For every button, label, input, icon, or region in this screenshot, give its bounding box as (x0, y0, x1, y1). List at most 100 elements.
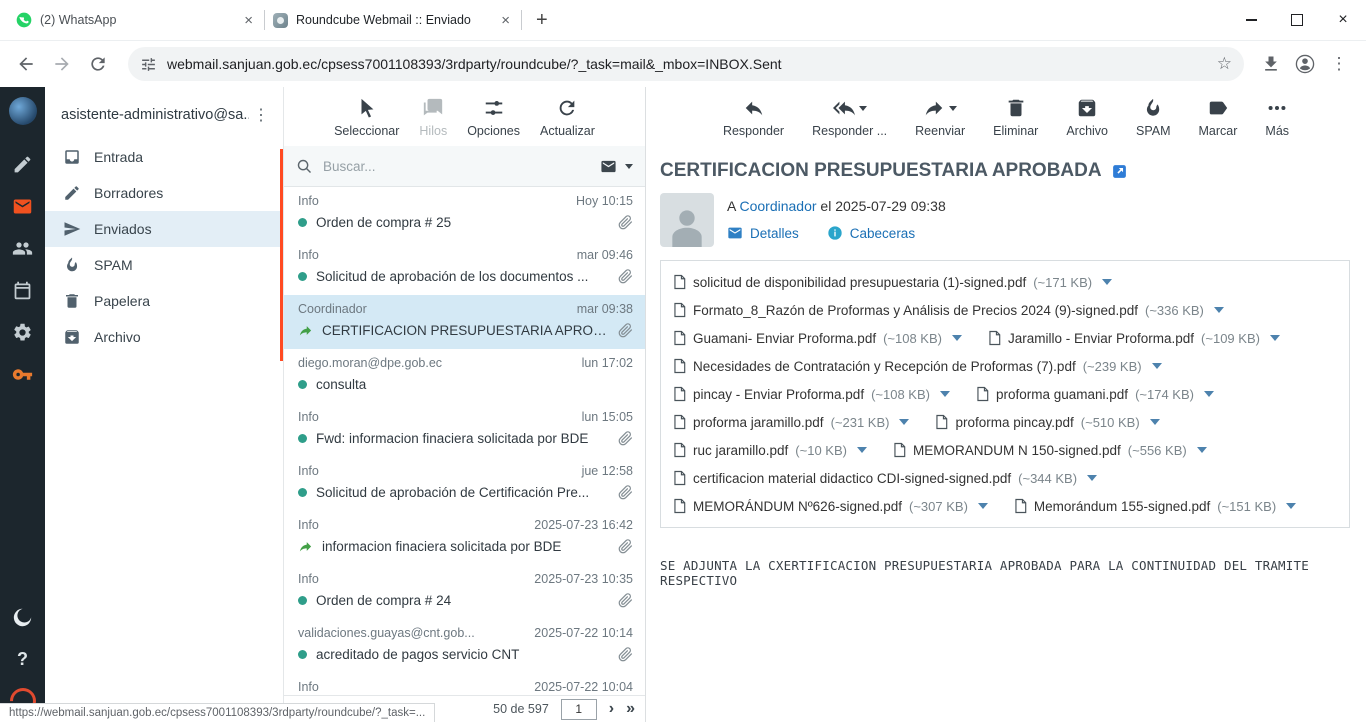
attachment-chip[interactable]: proforma pincay.pdf(~510 KB) (935, 414, 1159, 430)
forward-button[interactable] (46, 48, 78, 80)
archive-button[interactable]: Archivo (1066, 96, 1108, 146)
profile-avatar-icon[interactable] (1288, 47, 1322, 81)
message-row[interactable]: Infojue 12:58 Solicitud de aprobación de… (284, 457, 645, 511)
next-page-icon[interactable]: › (609, 701, 614, 717)
message-row[interactable]: Infolun 15:05 Fwd: informacion finaciera… (284, 403, 645, 457)
folder-spam[interactable]: SPAM (45, 247, 283, 283)
attachment-menu-caret[interactable] (952, 335, 962, 341)
attachment-chip[interactable]: proforma jaramillo.pdf(~231 KB) (673, 414, 909, 430)
open-in-new-window-icon[interactable] (1111, 163, 1128, 180)
attachment-menu-caret[interactable] (978, 503, 988, 509)
folder-scrollbar[interactable] (280, 149, 283, 361)
attachment-chip[interactable]: solicitud de disponibilidad presupuestar… (673, 274, 1112, 290)
folder-borradores[interactable]: Borradores (45, 175, 283, 211)
message-row[interactable]: InfoHoy 10:15 Orden de compra # 25 (284, 187, 645, 241)
tab-close-icon[interactable]: × (241, 12, 256, 29)
site-settings-icon[interactable] (140, 56, 157, 73)
options-button[interactable]: Opciones (467, 96, 520, 146)
message-row-selected[interactable]: Coordinadormar 09:38 CERTIFICACION PRESU… (284, 295, 645, 349)
compose-icon[interactable] (0, 143, 45, 185)
folder-papelera[interactable]: Papelera (45, 283, 283, 319)
message-row[interactable]: Info2025-07-23 16:42 informacion finacie… (284, 511, 645, 565)
contacts-icon[interactable] (0, 227, 45, 269)
search-scope-mail-icon[interactable] (600, 158, 617, 175)
attachment-menu-caret[interactable] (1286, 503, 1296, 509)
more-button[interactable]: Más (1265, 96, 1289, 146)
help-icon[interactable]: ? (0, 638, 45, 680)
attachment-chip[interactable]: certificacion material didactico CDI-sig… (673, 470, 1097, 486)
headers-toggle[interactable]: Cabeceras (827, 225, 915, 241)
attachment-menu-caret[interactable] (940, 391, 950, 397)
forward-button-toolbar[interactable]: Reenviar (915, 96, 965, 146)
select-button[interactable]: Seleccionar (334, 96, 399, 146)
mark-button[interactable]: Marcar (1199, 96, 1238, 146)
attachment-menu-caret[interactable] (1150, 419, 1160, 425)
key-icon[interactable] (0, 353, 45, 395)
last-page-icon[interactable]: » (626, 701, 635, 717)
delete-button[interactable]: Eliminar (993, 96, 1038, 146)
attachment-menu-caret[interactable] (1204, 391, 1214, 397)
tab-close-icon[interactable]: × (498, 12, 513, 29)
folder-entrada[interactable]: Entrada (45, 139, 283, 175)
attachment-menu-caret[interactable] (1152, 363, 1162, 369)
reply-button[interactable]: Responder (723, 96, 784, 146)
attachment-menu-caret[interactable] (899, 419, 909, 425)
forward-caret[interactable] (949, 106, 957, 111)
attachment-chip[interactable]: Formato_8_Razón de Proformas y Análisis … (673, 302, 1224, 318)
reply-all-caret[interactable] (859, 106, 867, 111)
attachment-chip[interactable]: MEMORÁNDUM Nº626-signed.pdf(~307 KB) (673, 498, 988, 514)
attachment-chip[interactable]: ruc jaramillo.pdf(~10 KB) (673, 442, 867, 458)
attachment-chip[interactable]: Guamani- Enviar Proforma.pdf(~108 KB) (673, 330, 962, 346)
attachment-menu-caret[interactable] (1102, 279, 1112, 285)
message-row[interactable]: diego.moran@dpe.gob.eclun 17:02 consulta (284, 349, 645, 403)
mail-icon[interactable] (0, 185, 45, 227)
message-row[interactable]: Infomar 09:46 Solicitud de aprobación de… (284, 241, 645, 295)
reload-button[interactable] (82, 48, 114, 80)
account-header[interactable]: asistente-administrativo@sa... ⋮ (45, 87, 283, 139)
attachment-chip[interactable]: Necesidades de Contratación y Recepción … (673, 358, 1162, 374)
page-number-input[interactable] (561, 699, 597, 720)
recipient-link[interactable]: Coordinador (739, 198, 816, 214)
attachment-menu-caret[interactable] (1214, 307, 1224, 313)
attachment-menu-caret[interactable] (857, 447, 867, 453)
attachment-chip[interactable]: MEMORANDUM N 150-signed.pdf(~556 KB) (893, 442, 1207, 458)
dark-mode-moon-icon[interactable] (0, 596, 45, 638)
folder-enviados[interactable]: Enviados (45, 211, 283, 247)
message-row[interactable]: Info2025-07-22 10:04 (284, 673, 645, 695)
attachment-chip[interactable]: pincay - Enviar Proforma.pdf(~108 KB) (673, 386, 950, 402)
attachment-menu-caret[interactable] (1270, 335, 1280, 341)
message-row[interactable]: Info2025-07-23 10:35 Orden de compra # 2… (284, 565, 645, 619)
search-input[interactable] (321, 158, 592, 175)
spam-button[interactable]: SPAM (1136, 96, 1171, 146)
attachment-chip[interactable]: Memorándum 155-signed.pdf(~151 KB) (1014, 498, 1296, 514)
address-bar[interactable]: webmail.sanjuan.gob.ec/cpsess7001108393/… (128, 47, 1244, 81)
details-toggle[interactable]: Detalles (727, 225, 799, 241)
tab-roundcube[interactable]: Roundcube Webmail :: Enviado × (265, 4, 521, 36)
folder-label: Papelera (94, 293, 150, 309)
window-close-button[interactable]: × (1320, 0, 1366, 40)
refresh-button[interactable]: Actualizar (540, 96, 595, 146)
attachment-chip[interactable]: proforma guamani.pdf(~174 KB) (976, 386, 1214, 402)
settings-gear-icon[interactable] (0, 311, 45, 353)
back-button[interactable] (10, 48, 42, 80)
maximize-restore-button[interactable] (1274, 0, 1320, 40)
pdf-file-icon (673, 330, 686, 346)
reply-all-button[interactable]: Responder ... (812, 96, 887, 146)
browser-menu-icon[interactable]: ⋮ (1322, 47, 1356, 81)
attachment-menu-caret[interactable] (1087, 475, 1097, 481)
account-menu-icon[interactable]: ⋮ (249, 105, 273, 125)
tab-whatsapp[interactable]: (2) WhatsApp × (8, 4, 264, 36)
info-icon (827, 225, 843, 241)
attachment-chip[interactable]: Jaramillo - Enviar Proforma.pdf(~109 KB) (988, 330, 1280, 346)
bookmark-star-icon[interactable]: ☆ (1217, 54, 1232, 74)
calendar-icon[interactable] (0, 269, 45, 311)
minimize-button[interactable] (1228, 0, 1274, 40)
attachment-menu-caret[interactable] (1197, 447, 1207, 453)
download-icon[interactable] (1254, 47, 1288, 81)
search-options-caret[interactable] (625, 164, 633, 169)
message-row[interactable]: validaciones.guayas@cnt.gob...2025-07-22… (284, 619, 645, 673)
new-tab-button[interactable]: + (522, 9, 562, 32)
folder-archivo[interactable]: Archivo (45, 319, 283, 355)
pdf-file-icon (673, 414, 686, 430)
threads-button[interactable]: Hilos (419, 96, 447, 146)
